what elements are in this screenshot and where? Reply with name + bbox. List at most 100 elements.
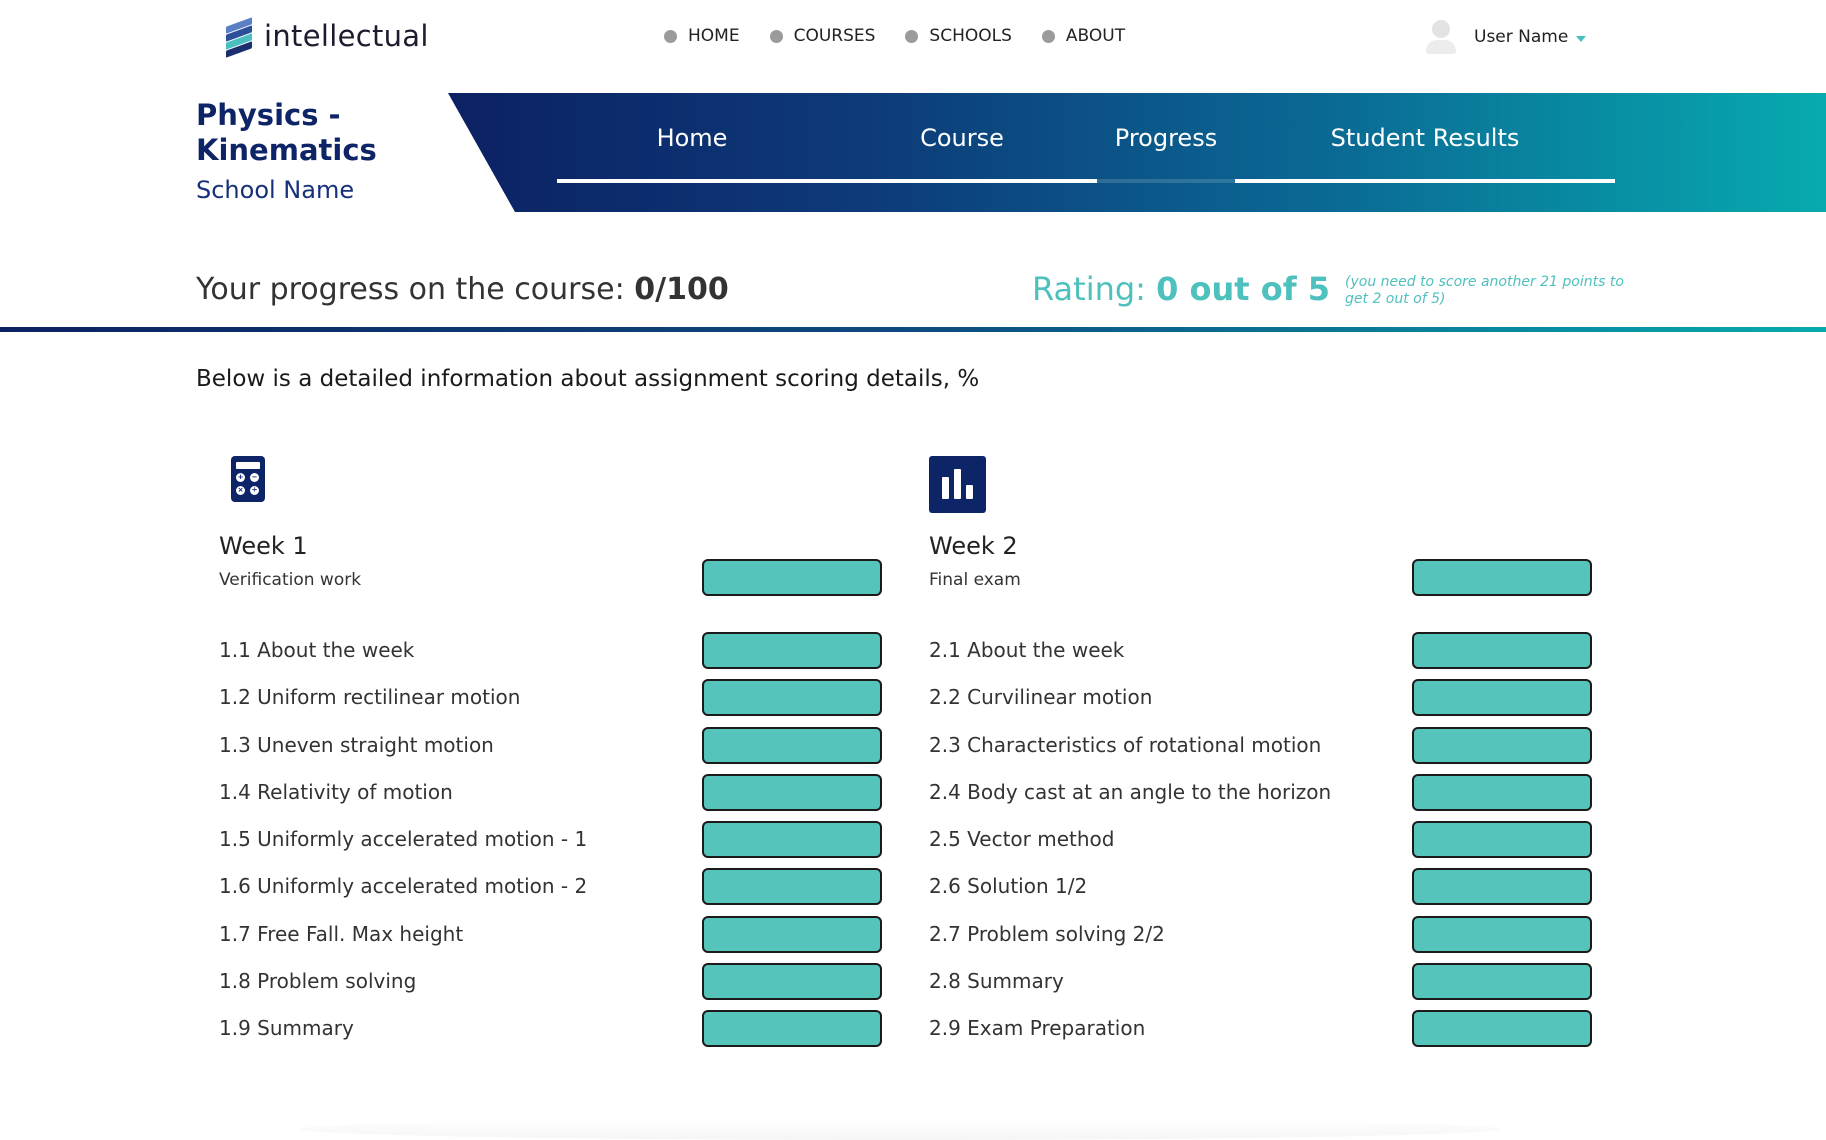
nav-item-label: ABOUT xyxy=(1065,26,1126,46)
assignment-label: 1.9 Summary xyxy=(219,1016,354,1041)
score-bar[interactable] xyxy=(702,821,882,859)
score-bar[interactable] xyxy=(1412,821,1592,859)
tab-label: Course xyxy=(920,124,1004,152)
score-bar[interactable] xyxy=(1412,773,1592,811)
score-bar[interactable] xyxy=(1412,915,1592,953)
nav-bullet-icon xyxy=(905,29,919,43)
nav-item-label: SCHOOLS xyxy=(929,26,1012,46)
rating-label: Rating: xyxy=(1032,270,1146,308)
week-title: Week 1 xyxy=(219,532,308,560)
assignment-label: 1.2 Uniform rectilinear motion xyxy=(219,685,521,710)
list-item: 2.2 Curvilinear motion xyxy=(929,679,1609,726)
score-bar[interactable] xyxy=(1412,726,1592,764)
tab-student-results[interactable]: Student Results xyxy=(1235,93,1615,183)
list-item: 1.4 Relativity of motion xyxy=(219,773,899,821)
nav-item-label: HOME xyxy=(688,26,740,46)
bar-chart-icon xyxy=(929,456,986,513)
list-item: 2.4 Body cast at an angle to the horizon xyxy=(929,773,1609,821)
nav-item-about[interactable]: ABOUT xyxy=(1041,26,1126,46)
score-bar[interactable] xyxy=(702,1010,882,1048)
score-bar[interactable] xyxy=(1412,1010,1592,1048)
list-item: 1.1 About the week xyxy=(219,632,899,679)
tab-home[interactable]: Home xyxy=(557,93,827,183)
progress-label: Your progress on the course: xyxy=(196,272,625,307)
logo-mark-icon xyxy=(222,17,256,58)
score-bar[interactable] xyxy=(702,915,882,953)
section-divider xyxy=(0,327,1826,332)
avatar-icon xyxy=(1424,18,1458,56)
tab-underline xyxy=(827,179,1097,183)
assignment-list: 1.1 About the week 1.2 Uniform rectiline… xyxy=(219,632,899,1058)
score-bar[interactable] xyxy=(1412,963,1592,1001)
score-bar[interactable] xyxy=(702,963,882,1001)
tab-course[interactable]: Course xyxy=(827,93,1097,183)
list-item: 1.7 Free Fall. Max height xyxy=(219,915,899,963)
list-item: 2.6 Solution 1/2 xyxy=(929,868,1609,915)
list-item: 2.7 Problem solving 2/2 xyxy=(929,915,1609,963)
nav-item-schools[interactable]: SCHOOLS xyxy=(905,26,1012,46)
score-bar[interactable] xyxy=(702,726,882,764)
nav-item-home[interactable]: HOME xyxy=(664,26,740,46)
user-menu[interactable]: User Name xyxy=(1424,18,1587,56)
week-title: Week 2 xyxy=(929,532,1018,560)
score-bar[interactable] xyxy=(702,773,882,811)
assignment-label: 2.9 Exam Preparation xyxy=(929,1016,1146,1041)
score-bar[interactable] xyxy=(702,868,882,906)
assignment-label: 1.6 Uniformly accelerated motion - 2 xyxy=(219,874,588,899)
tab-label: Student Results xyxy=(1330,124,1520,152)
brand-logo[interactable]: intellectual xyxy=(222,16,429,58)
nav-bullet-icon xyxy=(664,29,677,43)
tab-underline xyxy=(1097,179,1235,183)
list-item: 1.3 Uneven straight motion xyxy=(219,726,899,774)
rating-value: 0 out of 5 xyxy=(1156,270,1331,308)
assignment-label: 1.1 About the week xyxy=(219,638,415,662)
rating: Rating: 0 out of 5 xyxy=(1032,270,1330,308)
assignment-label: 2.1 About the week xyxy=(929,638,1125,662)
week-subtitle: Verification work xyxy=(219,570,362,590)
tab-progress[interactable]: Progress xyxy=(1097,93,1235,183)
chevron-down-icon xyxy=(1576,36,1587,42)
score-bar[interactable] xyxy=(702,632,882,669)
list-item: 2.8 Summary xyxy=(929,963,1609,1010)
list-item: 1.9 Summary xyxy=(219,1010,899,1057)
assignment-label: 2.8 Summary xyxy=(929,969,1064,994)
assignment-label: 2.6 Solution 1/2 xyxy=(929,874,1088,899)
nav-bullet-icon xyxy=(1041,29,1055,43)
assignment-label: 1.7 Free Fall. Max height xyxy=(219,921,464,946)
assignment-label: 2.2 Curvilinear motion xyxy=(929,685,1153,710)
user-name: User Name xyxy=(1474,27,1569,47)
course-progress: Your progress on the course: 0/100 xyxy=(196,272,729,307)
nav-bullet-icon xyxy=(769,29,783,43)
score-bar[interactable] xyxy=(1412,559,1592,596)
list-item: 2.5 Vector method xyxy=(929,821,1609,868)
tab-underline xyxy=(1235,179,1615,183)
course-title: Physics - Kinematics xyxy=(196,98,377,167)
score-bar[interactable] xyxy=(702,559,882,596)
assignment-label: 1.8 Problem solving xyxy=(219,969,417,994)
assignment-label: 1.5 Uniformly accelerated motion - 1 xyxy=(219,827,588,852)
nav-item-courses[interactable]: COURSES xyxy=(769,26,875,46)
assignment-label: 2.7 Problem solving 2/2 xyxy=(929,921,1165,946)
footer-shadow xyxy=(300,1118,1500,1140)
assignment-label: 2.3 Characteristics of rotational motion xyxy=(929,732,1322,757)
assignment-label: 2.5 Vector method xyxy=(929,827,1115,852)
tab-label: Home xyxy=(656,124,728,152)
score-bar[interactable] xyxy=(1412,679,1592,717)
progress-value: 0/100 xyxy=(634,272,729,307)
brand-name: intellectual xyxy=(264,19,429,53)
week-subtitle: Final exam xyxy=(929,570,1021,590)
top-navigation-bar: intellectual HOME COURSES SCHOOLS ABOUT … xyxy=(0,0,1826,76)
score-bar[interactable] xyxy=(1412,868,1592,906)
tab-underline xyxy=(557,179,827,183)
assignment-list: 2.1 About the week 2.2 Curvilinear motio… xyxy=(929,632,1609,1058)
course-tabs: Home Course Progress Student Results xyxy=(557,93,1615,183)
list-item: 2.9 Exam Preparation xyxy=(929,1010,1609,1057)
list-item: 1.6 Uniformly accelerated motion - 2 xyxy=(219,868,899,915)
tab-label: Progress xyxy=(1114,124,1218,152)
week-1-panel: + − × ÷ Week 1 Verification work 1.1 Abo… xyxy=(219,454,899,1054)
score-bar[interactable] xyxy=(1412,632,1592,669)
list-item: 1.5 Uniformly accelerated motion - 1 xyxy=(219,821,899,868)
score-bar[interactable] xyxy=(702,679,882,717)
assignment-label: 1.4 Relativity of motion xyxy=(219,779,453,804)
list-item: 2.1 About the week xyxy=(929,632,1609,679)
